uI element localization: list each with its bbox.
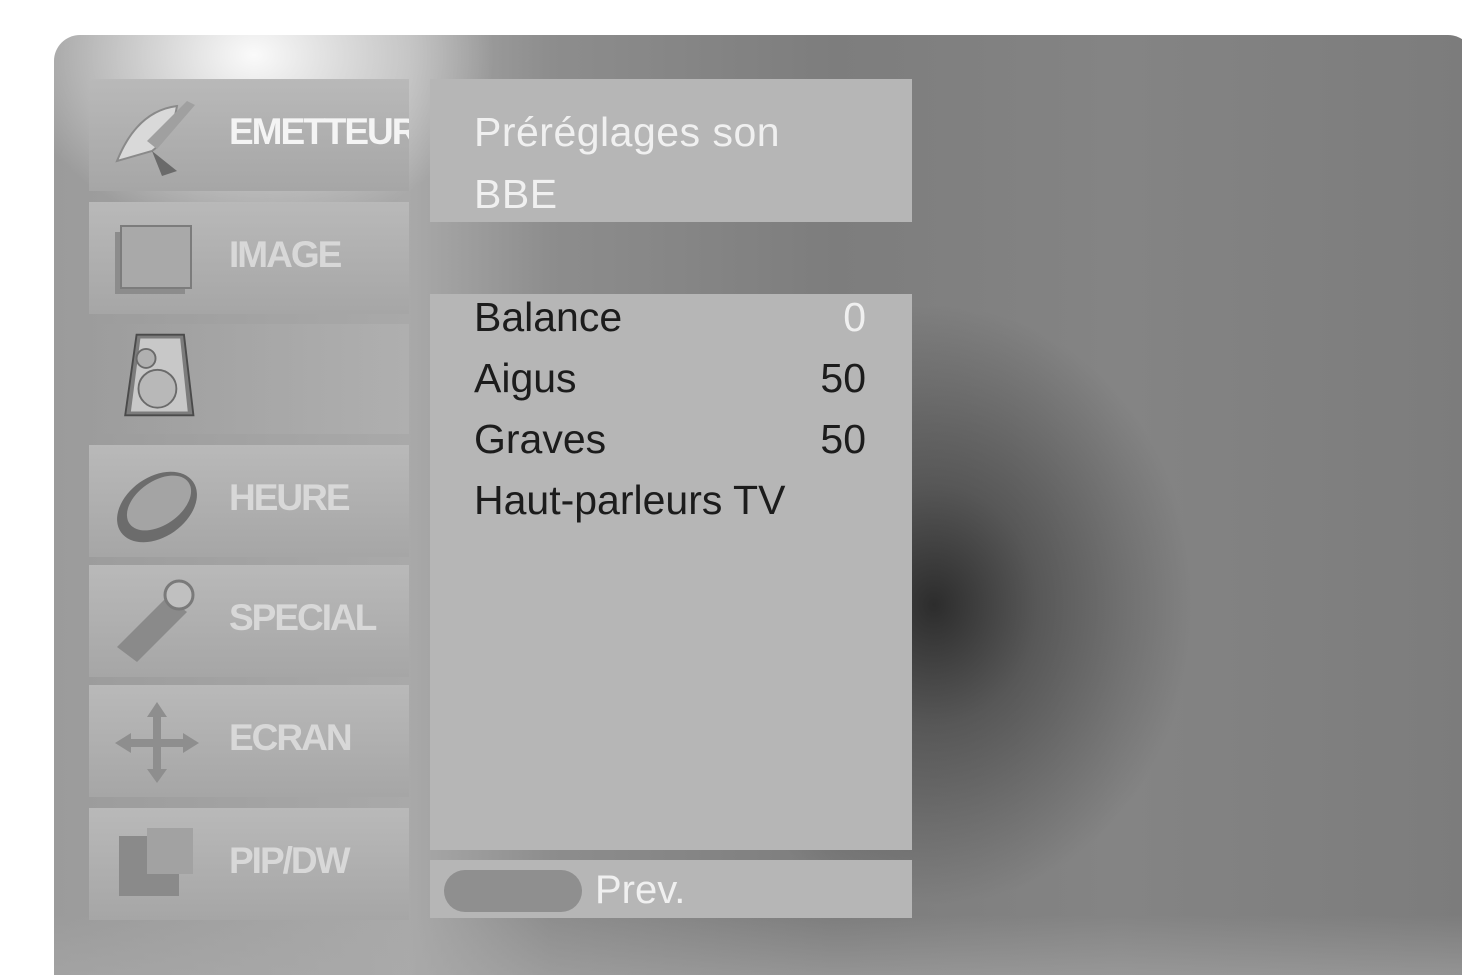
footer-bar: Prev. — [430, 860, 912, 918]
move-arrows-icon — [115, 702, 199, 783]
setting-row-aigus[interactable]: Aigus 50 — [474, 355, 866, 411]
menu-item-label: PIP/DW — [229, 840, 351, 881]
menu-item-label: ECRAN — [229, 717, 353, 758]
osd-menu-window: EMETTEUR IMAGE HEURE SPECIAL ECRAN PIP/D… — [54, 35, 1462, 975]
menu-item-audio[interactable] — [89, 324, 409, 434]
menu-item-pip-dw[interactable]: PIP/DW — [89, 808, 409, 920]
setting-label: Aigus — [474, 355, 577, 401]
prev-color-button[interactable] — [444, 870, 582, 912]
setting-value: 50 — [820, 416, 866, 462]
menu-item-label: SPECIAL — [229, 597, 377, 638]
setting-value: 0 — [843, 294, 866, 340]
setting-row-balance[interactable]: Balance 0 — [474, 294, 866, 350]
menu-item-ecran[interactable]: ECRAN — [89, 685, 409, 797]
preset-option-bbe[interactable]: BBE — [474, 171, 558, 218]
key-tag-icon — [117, 579, 195, 662]
menu-item-label: IMAGE — [229, 234, 342, 275]
speaker-icon — [124, 333, 195, 417]
menu-item-heure[interactable]: HEURE — [89, 445, 409, 557]
setting-label: Graves — [474, 416, 607, 462]
clock-icon — [117, 471, 197, 543]
audio-settings-panel: Balance 0 Aigus 50 Graves 50 Haut-parleu… — [430, 294, 912, 850]
menu-item-special[interactable]: SPECIAL — [89, 565, 409, 677]
setting-value: 50 — [820, 355, 866, 401]
menu-item-label: HEURE — [229, 477, 351, 518]
pip-screen-icon — [119, 828, 193, 896]
setting-row-haut-parleurs-tv[interactable]: Haut-parleurs TV — [474, 477, 866, 533]
menu-item-image[interactable]: IMAGE — [89, 202, 409, 314]
menu-item-emetteur[interactable]: EMETTEUR — [89, 79, 409, 191]
setting-label: Balance — [474, 294, 623, 340]
setting-label: Haut-parleurs TV — [474, 477, 786, 523]
picture-frame-icon — [115, 225, 192, 294]
setting-row-graves[interactable]: Graves 50 — [474, 416, 866, 472]
preset-option-sound[interactable]: Préréglages son — [474, 109, 780, 156]
prev-label: Prev. — [595, 868, 686, 912]
menu-item-label: EMETTEUR — [229, 111, 409, 152]
sound-preset-panel: Préréglages son BBE — [430, 79, 912, 222]
satellite-dish-icon — [115, 101, 195, 176]
